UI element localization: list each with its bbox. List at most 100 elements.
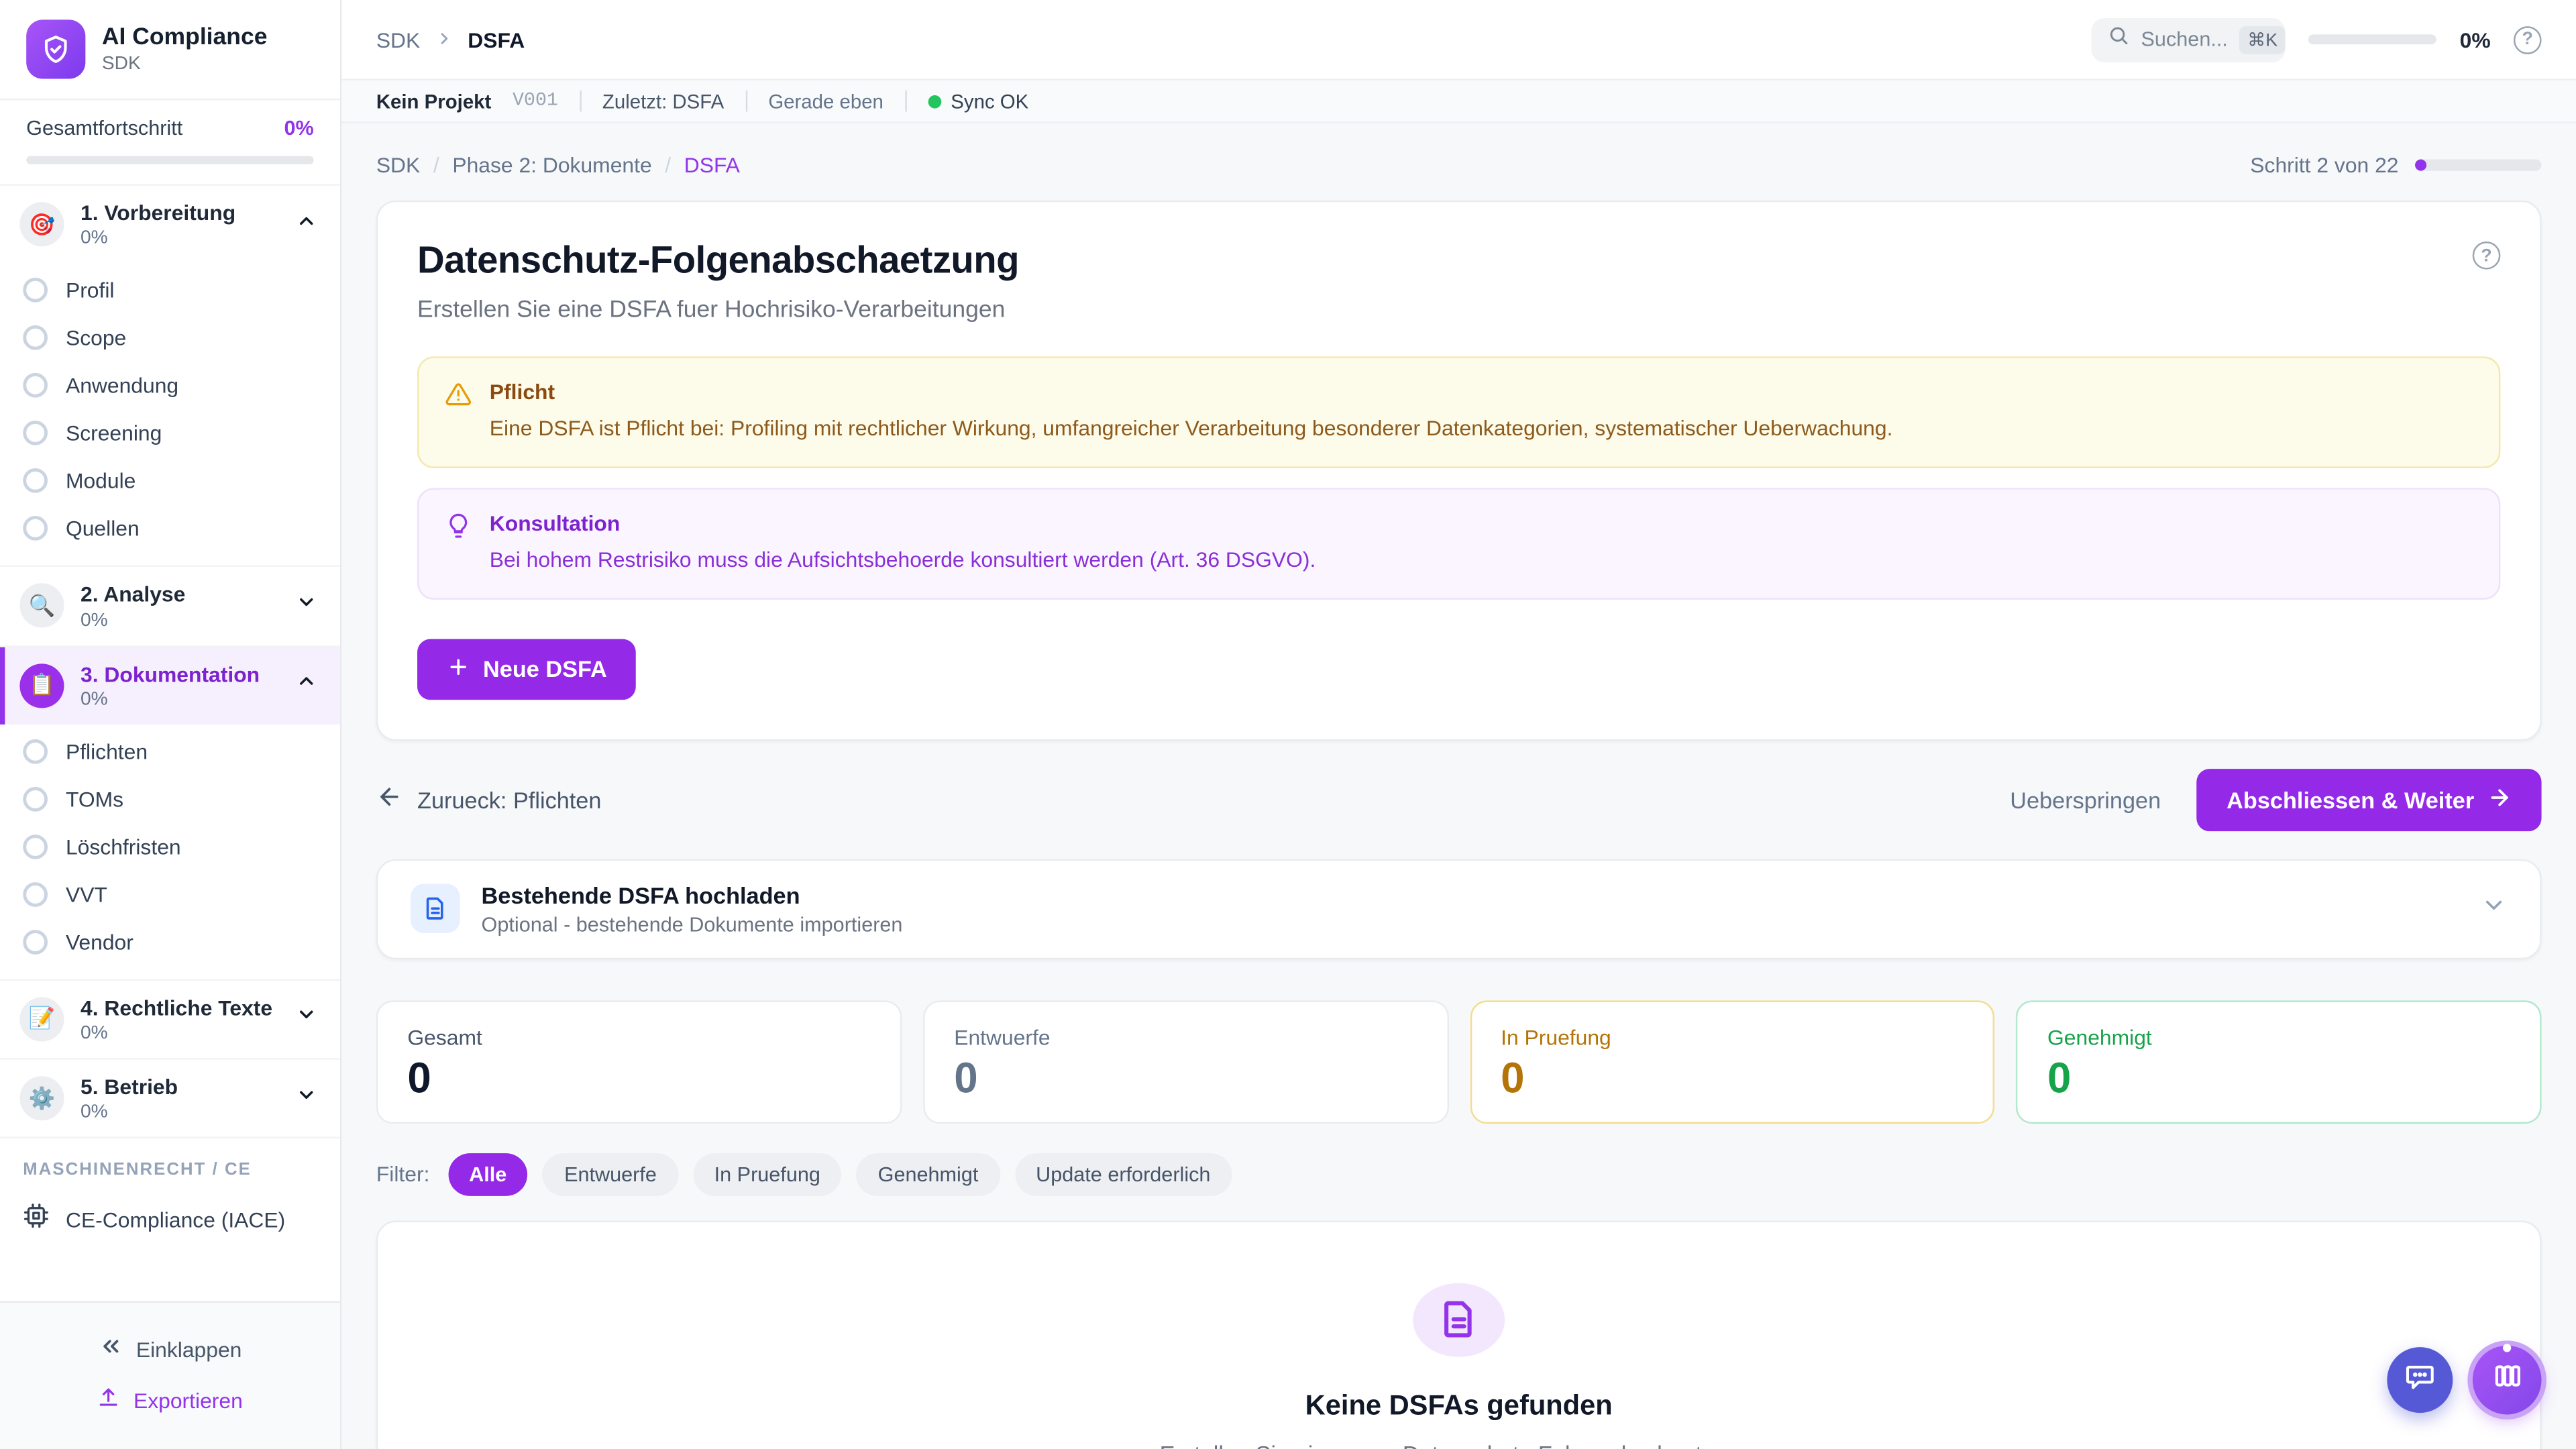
back-link[interactable]: Zurueck: Pflichten: [376, 784, 602, 816]
sidebar-item-pflichten[interactable]: Pflichten: [0, 727, 340, 775]
topbar-progress-bar: [2308, 34, 2436, 44]
help-icon[interactable]: ?: [2514, 25, 2542, 54]
filter-chip-entwuerfe[interactable]: Entwuerfe: [543, 1152, 678, 1195]
chevron-down-icon: [296, 591, 317, 621]
boards-button[interactable]: [2473, 1346, 2542, 1415]
sidebar-item-scope[interactable]: Scope: [0, 314, 340, 362]
radio-circle-icon: [23, 278, 48, 303]
breadcrumb-current: DSFA: [468, 27, 525, 52]
chat-button[interactable]: [2387, 1347, 2453, 1413]
project-name: Kein Projekt: [376, 89, 492, 112]
radio-circle-icon: [23, 374, 48, 398]
sidebar-item-anwendung[interactable]: Anwendung: [0, 362, 340, 409]
status-bar: Kein Projekt V001 Zuletzt: DSFA Gerade e…: [341, 79, 2576, 123]
konsultation-info-box: Konsultation Bei hohem Restrisiko muss d…: [417, 488, 2500, 599]
radio-circle-icon: [23, 881, 48, 906]
warning-triangle-icon: [445, 381, 472, 445]
breadcrumb-phase2[interactable]: Phase 2: Dokumente: [452, 153, 651, 178]
info-title: Konsultation: [490, 511, 1316, 535]
upload-icon: [97, 1387, 120, 1415]
double-chevron-left-icon: [99, 1334, 123, 1364]
radio-circle-icon: [23, 739, 48, 763]
stat-card-in-pruefung: In Pruefung 0: [1470, 1000, 1995, 1124]
sidebar-item-profil[interactable]: Profil: [0, 266, 340, 314]
lightbulb-icon: [445, 513, 472, 576]
sidebar-section-vorbereitung[interactable]: 🎯 1. Vorbereitung 0%: [0, 186, 340, 264]
search-shortcut-badge: ⌘K: [2239, 25, 2286, 54]
dsfa-hero-card: Datenschutz-Folgenabschaetzung Erstellen…: [376, 201, 2542, 741]
empty-state-subtitle: Erstellen Sie eine neue Datenschutz-Folg…: [1160, 1440, 1758, 1449]
sidebar-item-quellen[interactable]: Quellen: [0, 504, 340, 552]
skip-button[interactable]: Ueberspringen: [2010, 786, 2161, 812]
stat-card-entwuerfe: Entwuerfe 0: [923, 1000, 1448, 1124]
notification-dot-icon: [2503, 1344, 2511, 1352]
arrow-right-icon: [2487, 785, 2512, 814]
divider: [580, 91, 581, 112]
finish-next-button[interactable]: Abschliessen & Weiter: [2197, 768, 2542, 830]
empty-state-title: Keine DSFAs gefunden: [1305, 1389, 1613, 1422]
page-subtitle: Erstellen Sie eine DSFA fuer Hochrisiko-…: [417, 297, 2500, 323]
radio-circle-icon: [23, 469, 48, 494]
section-percent: 0%: [80, 229, 279, 248]
document-icon: [1413, 1283, 1505, 1356]
chevron-right-icon: [435, 27, 453, 52]
sidebar-item-loeschfristen[interactable]: Löschfristen: [0, 822, 340, 870]
floating-actions: [2387, 1346, 2541, 1415]
new-dsfa-button[interactable]: Neue DSFA: [417, 639, 637, 700]
brand: AI Compliance SDK: [0, 0, 340, 99]
sidebar-section-analyse[interactable]: 🔍 2. Analyse 0%: [0, 568, 340, 645]
radio-circle-icon: [23, 517, 48, 541]
filter-chip-in-pruefung[interactable]: In Pruefung: [693, 1152, 842, 1195]
filter-chip-update-erforderlich[interactable]: Update erforderlich: [1014, 1152, 1232, 1195]
sidebar-section-betrieb[interactable]: ⚙️ 5. Betrieb 0%: [0, 1060, 340, 1138]
sidebar-item-vvt[interactable]: VVT: [0, 870, 340, 918]
sidebar-item-module[interactable]: Module: [0, 457, 340, 504]
warning-text: Eine DSFA ist Pflicht bei: Profiling mit…: [490, 414, 1893, 445]
filter-row: Filter: Alle Entwuerfe In Pruefung Geneh…: [376, 1152, 2542, 1195]
chevron-down-icon[interactable]: [2481, 892, 2507, 926]
sidebar-item-vendor[interactable]: Vendor: [0, 918, 340, 965]
sidebar-section-rechtliche-texte[interactable]: 📝 4. Rechtliche Texte 0%: [0, 980, 340, 1058]
sidebar-section-dokumentation[interactable]: 📋 3. Dokumentation 0%: [0, 647, 340, 724]
sidebar-item-toms[interactable]: TOMs: [0, 775, 340, 822]
upload-existing-dsfa-card[interactable]: Bestehende DSFA hochladen Optional - bes…: [376, 859, 2542, 959]
upload-subtitle: Optional - bestehende Dokumente importie…: [482, 913, 903, 936]
sidebar-item-ce-compliance[interactable]: CE-Compliance (IACE): [0, 1190, 340, 1257]
collapse-sidebar-button[interactable]: Einklappen: [0, 1322, 340, 1375]
search-input[interactable]: Suchen... ⌘K: [2092, 17, 2286, 62]
step-label: Schritt 2 von 22: [2250, 153, 2398, 178]
app-title: AI Compliance: [102, 24, 268, 53]
main-area: SDK DSFA Suchen... ⌘K 0% ? Kein Projekt …: [341, 0, 2576, 1449]
chat-bubble-icon: [2404, 1360, 2436, 1401]
sidebar-item-screening[interactable]: Screening: [0, 409, 340, 457]
memo-icon: 📝: [19, 997, 64, 1041]
columns-icon: [2491, 1360, 2523, 1400]
clipboard-icon: 📋: [19, 663, 64, 707]
arrow-left-icon: [376, 784, 402, 816]
stats-row: Gesamt 0 Entwuerfe 0 In Pruefung 0 Geneh…: [376, 1000, 2542, 1124]
last-step-label: Zuletzt: DSFA: [602, 89, 724, 112]
gear-icon: ⚙️: [19, 1076, 64, 1120]
section-label: 1. Vorbereitung: [80, 201, 279, 227]
topbar-breadcrumb: SDK DSFA: [376, 27, 525, 52]
last-saved-time: Gerade eben: [768, 89, 883, 112]
search-icon: [2108, 25, 2130, 54]
group-label-maschinenrecht: MASCHINENRECHT / CE: [0, 1139, 340, 1190]
chevron-down-icon: [296, 1083, 317, 1113]
sync-status: Sync OK: [928, 89, 1028, 112]
filter-chip-genehmigt[interactable]: Genehmigt: [857, 1152, 1000, 1195]
magnifier-icon: 🔍: [19, 584, 64, 628]
page-title: Datenschutz-Folgenabschaetzung: [417, 238, 2500, 282]
stat-card-gesamt: Gesamt 0: [376, 1000, 902, 1124]
pflicht-warning-box: Pflicht Eine DSFA ist Pflicht bei: Profi…: [417, 356, 2500, 468]
breadcrumb-sdk[interactable]: SDK: [376, 153, 420, 178]
breadcrumb-root[interactable]: SDK: [376, 27, 420, 52]
stat-card-genehmigt: Genehmigt 0: [2017, 1000, 2542, 1124]
app-subtitle: SDK: [102, 54, 268, 74]
filter-chip-alle[interactable]: Alle: [447, 1152, 528, 1195]
export-button[interactable]: Exportieren: [0, 1375, 340, 1426]
radio-circle-icon: [23, 930, 48, 955]
card-help-icon[interactable]: ?: [2473, 241, 2501, 270]
breadcrumb-dsfa: DSFA: [684, 153, 740, 178]
info-text: Bei hohem Restrisiko muss die Aufsichtsb…: [490, 545, 1316, 576]
